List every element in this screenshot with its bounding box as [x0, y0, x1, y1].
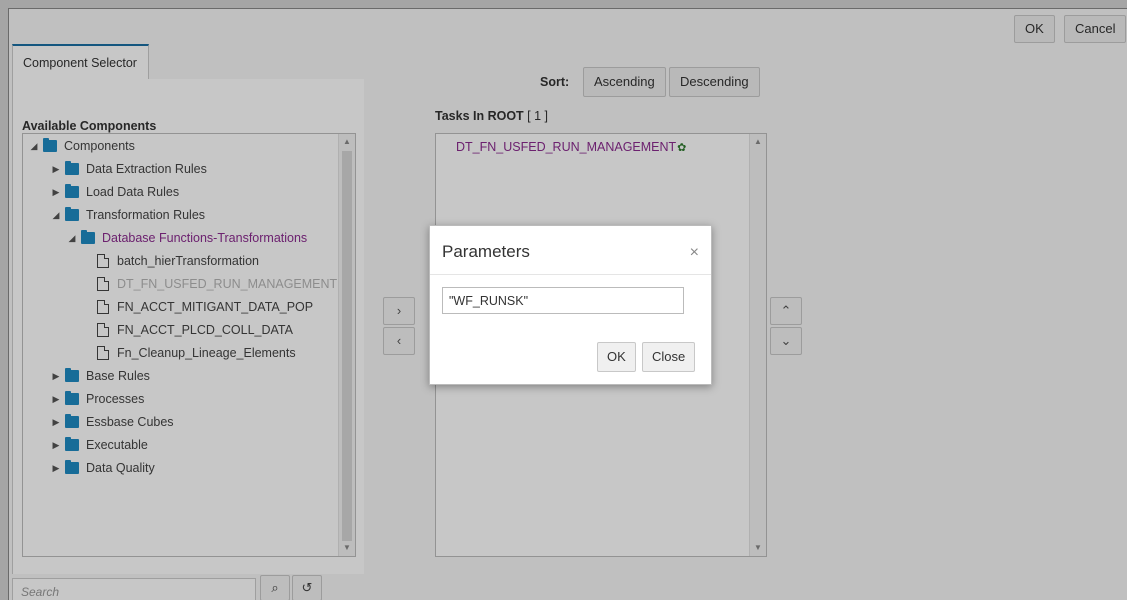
dialog-divider [430, 274, 711, 275]
dialog-title: Parameters [442, 242, 530, 261]
close-icon[interactable]: × [690, 244, 699, 262]
dialog-close-button[interactable]: Close [642, 342, 696, 372]
parameters-dialog: Parameters × "WF_RUNSK" OK Close [429, 225, 712, 385]
parameters-input[interactable]: "WF_RUNSK" [442, 287, 684, 314]
dialog-ok-button[interactable]: OK [597, 342, 636, 372]
